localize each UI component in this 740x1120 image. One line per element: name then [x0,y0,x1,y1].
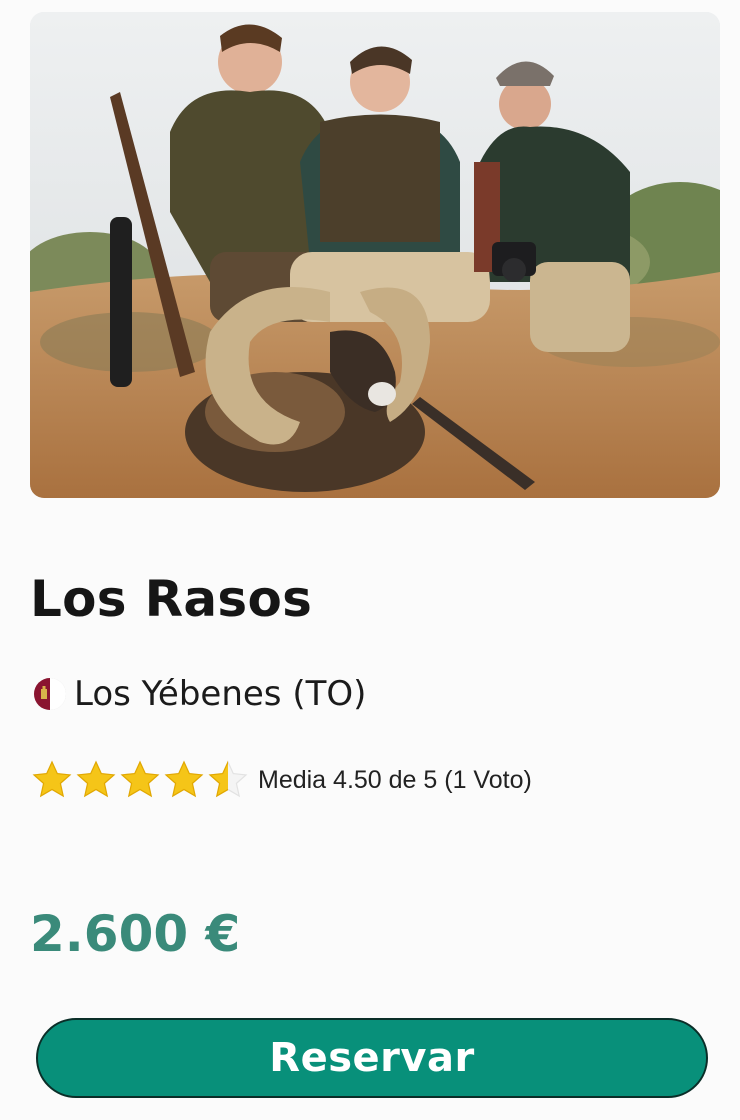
castilla-la-mancha-flag-icon [34,678,66,710]
listing-card: Los Rasos Los Yébenes (TO) Media 4.50 de… [0,0,740,1120]
rating-text: Media 4.50 de 5 (1 Voto) [258,765,532,794]
star-icon [164,760,204,798]
listing-photo[interactable] [30,12,720,498]
star-rating [32,760,248,800]
location-text: Los Yébenes (TO) [74,674,367,714]
reserve-button[interactable]: Reservar [36,1018,708,1098]
location-row: Los Yébenes (TO) [34,672,366,716]
star-icon [208,760,248,798]
price: 2.600 € [30,905,241,963]
star-icon [120,760,160,798]
hunting-photo-image [30,12,720,498]
star-icon [32,760,72,798]
listing-title[interactable]: Los Rasos [30,570,312,628]
rating-row: Media 4.50 de 5 (1 Voto) [32,758,532,802]
star-icon [76,760,116,798]
